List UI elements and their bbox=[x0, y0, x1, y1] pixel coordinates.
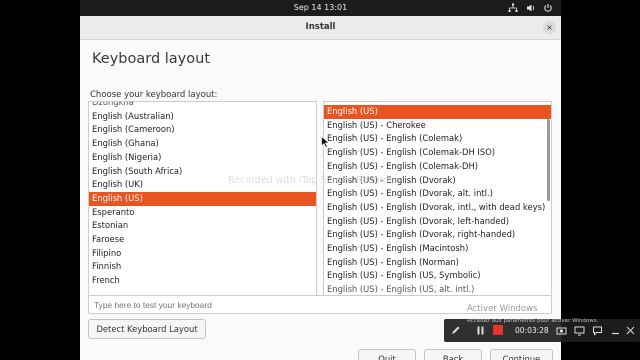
back-button[interactable]: Back bbox=[424, 349, 482, 360]
detect-keyboard-layout-button[interactable]: Detect Keyboard Layout bbox=[88, 319, 206, 339]
quit-button[interactable]: Quit bbox=[358, 349, 416, 360]
list-item[interactable]: English (US) - English (Colemak-DH) bbox=[324, 160, 551, 174]
window-title: Install bbox=[305, 22, 336, 32]
list-item[interactable]: English (US) - English (Colemak-DH ISO) bbox=[324, 146, 551, 160]
choose-layout-label: Choose your keyboard layout: bbox=[90, 90, 218, 100]
network-icon[interactable] bbox=[508, 3, 518, 13]
pause-icon[interactable] bbox=[475, 325, 486, 336]
power-icon[interactable] bbox=[543, 3, 553, 13]
list-item[interactable]: Esperanto bbox=[89, 206, 316, 220]
list-item[interactable]: English (US) - English (Dvorak, right-ha… bbox=[324, 228, 551, 242]
expand-icon[interactable] bbox=[625, 325, 636, 336]
list-item[interactable]: English (US) - English (Dvorak, intl., w… bbox=[324, 201, 551, 215]
list-item[interactable]: English (US) - English (Colemak) bbox=[324, 132, 551, 146]
letterbox-left bbox=[0, 0, 80, 360]
list-item[interactable]: Filipino bbox=[89, 247, 316, 261]
list-item[interactable]: Finnish bbox=[89, 260, 316, 274]
camera-icon[interactable] bbox=[556, 325, 567, 336]
screen: Sep 14 13:01 Install × Keyboard layout C… bbox=[0, 0, 640, 360]
list-item[interactable]: Faroese bbox=[89, 233, 316, 247]
list-item[interactable]: French bbox=[89, 274, 316, 288]
close-button[interactable]: × bbox=[543, 21, 556, 34]
list-item[interactable]: English (US) - English (US, Symbolic) bbox=[324, 269, 551, 283]
list-item-selected[interactable]: English (US) bbox=[89, 191, 316, 206]
recording-timer: 00:03:28 bbox=[515, 326, 549, 335]
list-item-selected[interactable]: English (US) bbox=[324, 105, 551, 119]
continue-button[interactable]: Continue bbox=[490, 349, 553, 360]
keyboard-layout-list[interactable]: Dzongkha English (Australian) English (C… bbox=[88, 101, 317, 307]
list-item[interactable]: English (Cameroon) bbox=[89, 123, 316, 137]
activate-windows-hint: Accédez aux paramètres pour activer Wind… bbox=[467, 318, 599, 324]
pen-icon[interactable] bbox=[450, 325, 461, 336]
screen-icon[interactable] bbox=[574, 325, 585, 336]
recorder-watermark: Recorded with iTop Screen Recorder bbox=[228, 175, 399, 186]
activate-windows-watermark: Activer Windows bbox=[467, 304, 538, 314]
list-item[interactable]: English (Ghana) bbox=[89, 137, 316, 151]
clock[interactable]: Sep 14 13:01 bbox=[80, 3, 561, 12]
window-titlebar: Install × bbox=[80, 16, 561, 40]
letterbox-right bbox=[561, 0, 640, 360]
minimize-icon[interactable] bbox=[610, 325, 621, 336]
mouse-pointer-icon bbox=[321, 135, 330, 151]
list-item[interactable]: English (US) - Cherokee bbox=[324, 119, 551, 133]
variant-list-scrollbar[interactable] bbox=[547, 119, 550, 201]
list-item[interactable]: Estonian bbox=[89, 219, 316, 233]
list-item[interactable]: English (Nigeria) bbox=[89, 151, 316, 165]
keyboard-variant-list[interactable]: English (US) English (US) - Cherokee Eng… bbox=[323, 101, 552, 307]
list-item[interactable]: English (Australian) bbox=[89, 110, 316, 124]
page-title: Keyboard layout bbox=[92, 51, 211, 67]
chat-icon[interactable] bbox=[592, 325, 603, 336]
list-item[interactable]: English (US) - English (Norman) bbox=[324, 256, 551, 270]
stop-recording-icon[interactable] bbox=[493, 325, 503, 335]
list-item[interactable]: Dzongkha bbox=[89, 102, 316, 110]
list-item[interactable]: English (US) - English (Macintosh) bbox=[324, 242, 551, 256]
list-item[interactable]: English (US) - English (Dvorak, left-han… bbox=[324, 215, 551, 229]
list-item[interactable]: English (US) - English (Dvorak, alt. int… bbox=[324, 187, 551, 201]
speaker-icon[interactable] bbox=[526, 3, 536, 13]
top-bar: Sep 14 13:01 bbox=[80, 0, 561, 16]
